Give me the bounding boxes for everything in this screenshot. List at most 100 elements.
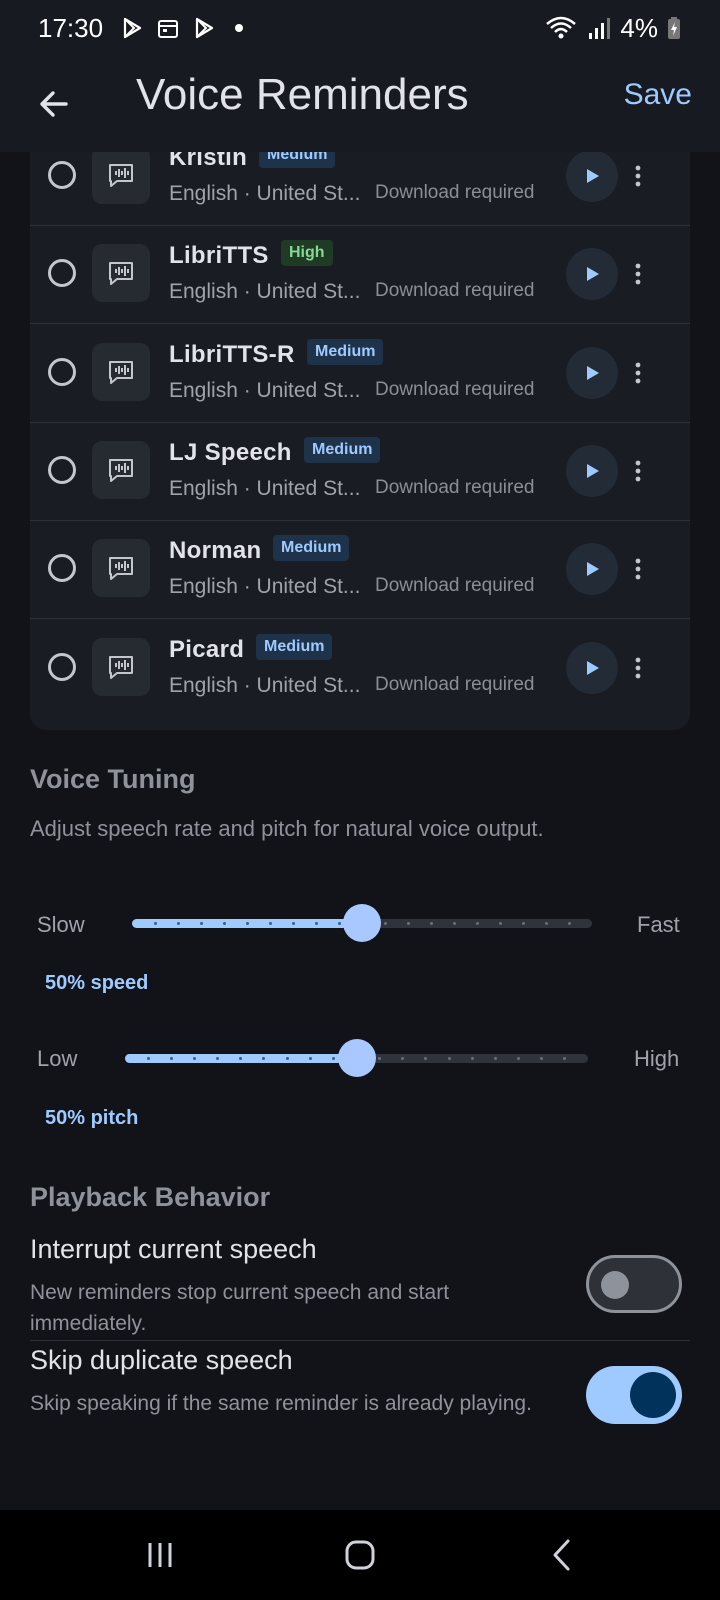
slider-tick: [493, 1057, 497, 1060]
battery-percent: 4%: [620, 12, 658, 43]
system-back-button[interactable]: [532, 1528, 592, 1582]
slider-tick: [498, 922, 502, 925]
voice-row[interactable]: Picard Medium English · United St... Downlo…: [30, 618, 690, 718]
playback-behavior-title: Playback Behavior: [30, 1182, 271, 1212]
slider-tick: [452, 922, 456, 925]
voice-waveform-icon: [92, 244, 150, 303]
slider-tick: [153, 922, 157, 925]
slider-tick: [192, 1057, 196, 1060]
more-vert-icon: [635, 263, 641, 285]
voice-radio[interactable]: [48, 357, 76, 386]
play-icon: [587, 267, 599, 282]
more-vert-icon: [635, 657, 641, 678]
signal-icon: [586, 15, 612, 41]
voice-row[interactable]: LibriTTS High English · United St... Downlo…: [30, 224, 690, 325]
slider-tick: [291, 922, 295, 925]
voice-radio[interactable]: [48, 455, 76, 484]
status-time: 17:30: [38, 12, 104, 43]
preview-play-button[interactable]: [566, 346, 618, 399]
voice-name: LJ Speech: [169, 438, 292, 466]
system-nav-bar: [0, 1510, 720, 1600]
slider-tick: [521, 922, 525, 925]
recents-icon: [148, 1543, 172, 1567]
voice-download-status: Download required: [375, 280, 535, 302]
notification-dot-icon: [235, 24, 244, 32]
pitch-max-label: High: [634, 1046, 680, 1071]
more-vert-icon: [635, 460, 641, 482]
quality-badge: High: [281, 240, 333, 267]
divider: [30, 1340, 690, 1341]
back-button[interactable]: [28, 78, 80, 130]
voice-radio[interactable]: [48, 259, 76, 288]
voice-row[interactable]: LJ Speech Medium English · United St... Dow…: [30, 421, 690, 521]
slider-tick: [314, 922, 318, 925]
voice-language: English · United St...: [169, 280, 361, 304]
voice-radio[interactable]: [48, 161, 76, 189]
skip-duplicate-toggle[interactable]: [586, 1366, 682, 1424]
wifi-icon: [544, 15, 578, 41]
voice-radio[interactable]: [48, 554, 76, 583]
slider-tick: [245, 922, 249, 925]
pitch-slider[interactable]: [125, 1036, 588, 1080]
home-button[interactable]: [330, 1528, 390, 1582]
slider-tick: [146, 1057, 150, 1060]
interrupt-speech-toggle[interactable]: [586, 1255, 682, 1313]
recents-button[interactable]: [130, 1528, 190, 1582]
pitch-value: 50% pitch: [45, 1107, 139, 1129]
slider-thumb[interactable]: [343, 904, 381, 942]
voice-download-status: Download required: [375, 378, 535, 400]
preview-play-button[interactable]: [566, 543, 618, 596]
slider-tick: [567, 922, 571, 925]
voice-language: English · United St...: [169, 476, 361, 500]
slider-tick: [268, 922, 272, 925]
preview-play-button[interactable]: [566, 248, 618, 301]
more-options-button[interactable]: [628, 451, 648, 491]
more-options-button[interactable]: [628, 549, 648, 589]
play-store-icon-2: [191, 15, 217, 41]
voice-name: Picard: [169, 635, 245, 663]
preview-play-button[interactable]: [566, 150, 618, 202]
more-options-button[interactable]: [628, 353, 648, 393]
toggle-knob: [601, 1271, 629, 1299]
voice-name: Norman: [169, 537, 262, 565]
voice-reminders-screen: 17:30 4% Kristin Medium English · United…: [0, 0, 720, 1600]
voice-waveform-icon: [92, 440, 150, 499]
voice-language: English · United St...: [169, 378, 361, 402]
slider-tick: [308, 1057, 312, 1060]
voice-tuning-title: Voice Tuning: [30, 764, 196, 794]
voice-waveform-icon: [92, 637, 150, 696]
save-button[interactable]: Save: [624, 78, 692, 112]
slider-tick: [337, 922, 341, 925]
voice-language: English · United St...: [169, 575, 361, 599]
slider-tick: [383, 922, 387, 925]
slider-tick: [406, 922, 410, 925]
slider-tick: [331, 1057, 335, 1060]
play-icon: [587, 660, 599, 675]
voice-radio[interactable]: [48, 652, 76, 681]
voice-row[interactable]: LibriTTS-R Medium English · United St... Do…: [30, 323, 690, 423]
voice-name: LibriTTS-R: [169, 340, 295, 368]
play-icon: [587, 562, 599, 577]
slider-tick: [176, 922, 180, 925]
voice-list: Kristin Medium English · United St... Downl…: [30, 130, 690, 730]
speed-min-label: Slow: [37, 912, 85, 937]
slider-thumb[interactable]: [337, 1039, 376, 1077]
voice-download-status: Download required: [375, 476, 535, 498]
voice-download-status: Download required: [375, 575, 535, 597]
app-bar: Voice Reminders Save: [0, 56, 720, 152]
preview-play-button[interactable]: [566, 444, 618, 497]
voice-waveform-icon: [92, 539, 150, 598]
more-options-button[interactable]: [628, 156, 648, 196]
more-options-button[interactable]: [628, 254, 648, 294]
interrupt-speech-title: Interrupt current speech: [30, 1234, 317, 1264]
more-vert-icon: [635, 362, 641, 383]
voice-waveform-icon: [92, 146, 150, 204]
more-options-button[interactable]: [628, 648, 648, 688]
voice-name: LibriTTS: [169, 242, 269, 270]
preview-play-button[interactable]: [566, 641, 618, 694]
slider-tick: [285, 1057, 289, 1060]
slider-tick: [447, 1057, 451, 1060]
arrow-back-icon: [40, 91, 68, 117]
speed-slider[interactable]: [132, 901, 592, 945]
voice-row[interactable]: Norman Medium English · United St... Downlo…: [30, 519, 690, 620]
